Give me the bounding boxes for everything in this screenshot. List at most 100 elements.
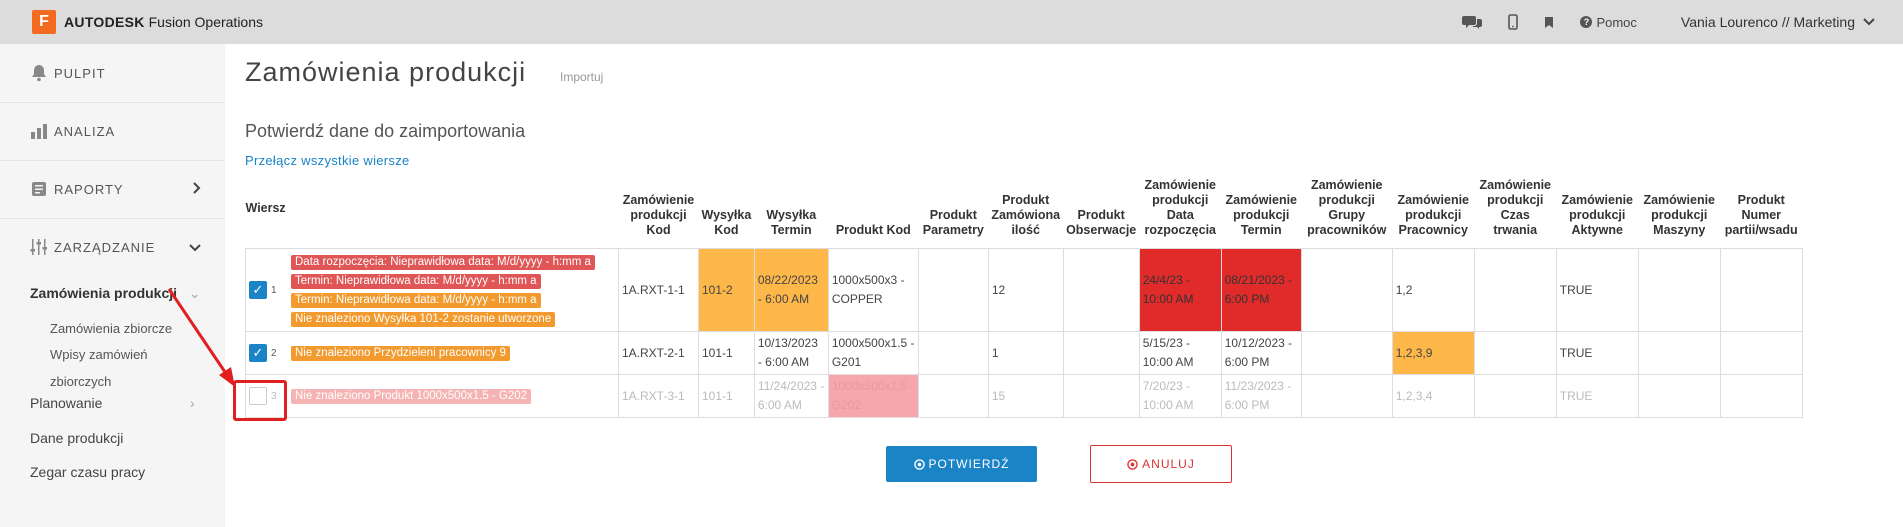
logo-letter: F [39,13,49,30]
cell-wysylka-termin: 08/22/2023 - 6:00 AM [753,248,829,332]
bookmark-icon[interactable] [1544,16,1554,29]
cell-wysylka-kod: 101-1 [698,331,755,375]
page-title: Zamówienia produkcji [245,57,527,87]
user-label: Vania Lourenco // Marketing [1680,14,1855,30]
user-menu[interactable]: Vania Lourenco // Marketing [1681,14,1875,30]
cell-obserwacje [1062,331,1140,375]
chevron-right-icon [193,181,201,197]
cell-termin: 10/12/2023 - 6:00 PM [1220,331,1302,375]
sidebar-item-label: RAPORTY [54,181,124,197]
sidebar-item-label: ZARZĄDZANIE [54,239,156,255]
cell-partia [1719,331,1803,375]
row-checkbox[interactable]: ✓ [249,281,267,300]
cell-parametry [917,248,989,332]
col-header: Zamówienie produkcji Data rozpoczęcia [1144,178,1217,237]
cell-partia [1719,248,1803,332]
col-header: Produkt Zamówiona ilość [991,193,1061,237]
chevron-down-icon [1863,18,1875,26]
cell-aktywne: TRUE [1555,331,1639,375]
col-header: Zamówienie produkcji Aktywne [1561,193,1633,237]
cell-wysylka-termin: 11/24/2023 - 6:00 AM [753,374,829,418]
cell-kod: 1A.RXT-2-1 [618,331,699,375]
row-number: 2 [271,347,277,359]
sidebar-item-wpisy-zamowien[interactable]: Wpisy zamówień [50,347,148,362]
cell-data-rozpoczecia: 5/15/23 - 10:00 AM [1138,331,1222,375]
cell-aktywne: TRUE [1555,374,1639,418]
col-header: Zamówienie produkcji Grupy pracowników [1307,178,1387,237]
cell-parametry [917,374,989,418]
row-checkbox[interactable]: ✓ [249,344,267,363]
sidebar-item-zarzadzanie[interactable]: ZARZĄDZANIE [0,218,225,276]
cell-kod: 1A.RXT-3-1 [618,374,699,418]
row-number: 1 [271,284,277,296]
confirm-button[interactable]: POTWIERDŹ [886,446,1037,482]
help-link[interactable]: ? Pomoc [1580,15,1637,30]
sidebar-item-label: ANALIZA [54,123,116,139]
bell-icon [28,64,50,82]
cell-ilosc: 1 [987,331,1064,375]
col-header: Produkt Numer partii/wsadu [1724,193,1798,237]
annotation-highlight [233,380,287,421]
cell-produkt-kod: 1000x500x1.5 - G201 [827,331,919,375]
cell-wysylka-termin: 10/13/2023 - 6:00 AM [753,331,829,375]
chevron-right-icon: › [190,395,195,411]
cell-czas [1473,374,1557,418]
annotation-arrow-icon [167,288,235,387]
section-subtitle: Potwierdź dane do zaimportowania [245,121,526,141]
cell-ilosc: 15 [987,374,1064,418]
row-cell: ✓ 2 Nie znaleziono Przydzieleni pracownic… [245,331,619,375]
brand-bold: AUTODESK [64,14,145,30]
sidebar-item-pulpit[interactable]: PULPIT [0,44,225,102]
col-header: Zamówienie produkcji Maszyny [1643,193,1715,237]
toggle-all-rows-link[interactable]: Przełącz wszystkie wiersze [245,153,410,168]
col-header: Wiersz [245,200,286,215]
table-row: ✓ 2 Nie znaleziono Przydzieleni pracownic… [245,331,1803,375]
col-header: Produkt Kod [835,223,911,237]
cell-wysylka-kod: 101-2 [698,248,755,332]
sidebar-item-dane-produkcji[interactable]: Dane produkcji [30,430,123,446]
brand-name[interactable]: AUTODESK Fusion Operations [64,14,263,30]
cell-wysylka-kod: 101-1 [698,374,755,418]
cell-parametry [917,331,989,375]
col-header: Zamówienie produkcji Czas trwania [1479,178,1551,237]
confirm-label: POTWIERDŹ [928,457,1010,471]
cell-data-rozpoczecia: 7/20/23 - 10:00 AM [1138,374,1222,418]
cell-maszyny [1637,374,1721,418]
sidebar-item-analiza[interactable]: ANALIZA [0,102,225,160]
col-header: Zamówienie produkcji Termin [1225,193,1297,237]
sidebar-item-zamowienia-zbiorcze[interactable]: Zamówienia zbiorcze [50,321,172,336]
col-header: Produkt Parametry [922,208,984,237]
cell-produkt-kod: 1000x500x1.5 - G202 [827,374,919,418]
chevron-down-icon [189,239,201,255]
help-icon: ? [1580,16,1593,28]
warning-badge: Nie znaleziono Przydzieleni pracownicy 9 [291,346,510,362]
sidebar-item-zegar-czasu-pracy[interactable]: Zegar czasu pracy [30,464,145,480]
cell-aktywne: TRUE [1555,248,1639,332]
sidebar-item-planowanie[interactable]: Planowanie › [30,395,195,411]
error-badge: Data rozpoczęcia: Nieprawidłowa data: M/… [291,255,595,270]
sidebar-item-raporty[interactable]: RAPORTY [0,160,225,218]
mobile-icon[interactable] [1508,14,1519,30]
cell-obserwacje [1062,248,1140,332]
cancel-button[interactable]: ANULUJ [1090,445,1232,483]
cell-partia [1719,374,1803,418]
sidebar-item-wpisy-zamowien-cont[interactable]: zbiorczych [50,374,111,389]
col-header: Zamówienie produkcji Pracownicy [1397,193,1469,237]
confirm-circle-icon [913,458,925,470]
table-row: ✓ 1 Data rozpoczęcia: Nieprawidłowa data:… [245,248,1803,332]
sliders-icon [28,238,50,256]
fusion-logo-icon[interactable]: F [32,10,56,34]
report-icon [28,181,50,197]
sidebar-item-label: Planowanie [30,395,103,411]
cell-czas [1473,331,1557,375]
cell-maszyny [1637,331,1721,375]
cell-czas [1473,248,1557,332]
row-cell: ✓ 1 Data rozpoczęcia: Nieprawidłowa data:… [245,248,619,332]
chat-icon[interactable] [1462,14,1483,30]
cell-data-rozpoczecia: 24/4/23 - 10:00 AM [1138,248,1222,332]
import-link[interactable]: Importuj [560,70,603,84]
error-badge: Termin: Nieprawidłowa data: M/d/yyyy - h… [291,274,541,289]
sidebar-item-label: PULPIT [54,65,106,81]
cell-pracownicy: 1,2,3,9 [1391,331,1475,375]
table-row: 3 Nie znaleziono Produkt 1000x500x1.5 - … [245,374,1803,418]
